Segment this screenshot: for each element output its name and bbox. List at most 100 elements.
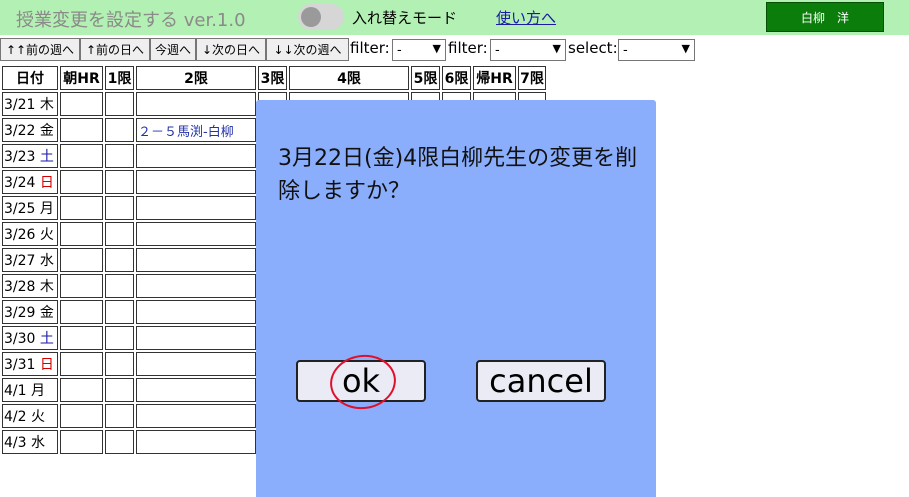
period-cell[interactable] <box>105 326 134 350</box>
period-cell[interactable] <box>136 248 256 272</box>
chevron-down-icon: ▼ <box>681 42 690 55</box>
date-text: 3/26 <box>4 227 40 243</box>
period-cell[interactable]: ２－５馬渕-白柳 <box>136 118 256 142</box>
period-cell[interactable] <box>136 430 256 454</box>
prev-day-button[interactable]: ↑前の日へ <box>80 38 150 61</box>
header-row: 日付 朝HR 1限 2限 3限 4限 5限 6限 帰HR 7限 <box>2 66 546 90</box>
period-cell[interactable] <box>105 378 134 402</box>
period-cell[interactable] <box>105 274 134 298</box>
weekday-text: 木 <box>39 279 54 295</box>
weekday-text: 土 <box>39 331 54 347</box>
period-cell[interactable] <box>60 248 103 272</box>
period-cell[interactable] <box>60 118 103 142</box>
period-cell[interactable] <box>60 300 103 324</box>
dialog-message: 3月22日(金)4限白柳先生の変更を削除しますか？ <box>278 146 638 204</box>
weekday-text: 日 <box>39 175 54 191</box>
weekday-text: 水 <box>39 253 54 269</box>
period-cell[interactable] <box>105 196 134 220</box>
next-week-button[interactable]: ↓↓次の週へ <box>266 38 349 61</box>
confirm-dialog: 3月22日(金)4限白柳先生の変更を削除しますか？ ok cancel <box>256 100 656 497</box>
period-cell[interactable] <box>60 222 103 246</box>
col-header: 1限 <box>105 66 134 90</box>
period-cell[interactable] <box>136 274 256 298</box>
date-cell: 3/28 木 <box>2 274 58 298</box>
col-header: 帰HR <box>473 66 516 90</box>
period-cell[interactable] <box>136 144 256 168</box>
weekday-text: 月 <box>39 201 54 217</box>
date-cell: 3/22 金 <box>2 118 58 142</box>
period-cell[interactable] <box>136 352 256 376</box>
mode-label: 入れ替えモード <box>352 9 458 27</box>
chevron-down-icon: ▼ <box>432 42 441 55</box>
weekday-text: 土 <box>39 149 54 165</box>
this-week-button[interactable]: 今週へ <box>150 38 196 61</box>
filter2-value: - <box>495 42 500 58</box>
period-cell[interactable] <box>105 144 134 168</box>
period-cell[interactable] <box>105 222 134 246</box>
filter1-select[interactable]: - ▼ <box>392 39 446 61</box>
period-cell[interactable] <box>105 248 134 272</box>
app-title: 授業変更を設定する ver.1.0 <box>16 10 246 31</box>
col-header: 日付 <box>2 66 58 90</box>
date-cell: 3/27 水 <box>2 248 58 272</box>
col-header: 3限 <box>258 66 287 90</box>
date-cell: 4/1 月 <box>2 378 58 402</box>
period-cell[interactable] <box>136 404 256 428</box>
period-cell[interactable] <box>136 378 256 402</box>
period-cell[interactable] <box>136 196 256 220</box>
date-cell: 4/3 水 <box>2 430 58 454</box>
weekday-text: 金 <box>39 123 54 139</box>
period-cell[interactable] <box>60 378 103 402</box>
date-text: 3/21 <box>4 97 40 113</box>
period-cell[interactable] <box>105 170 134 194</box>
date-text: 3/29 <box>4 305 40 321</box>
filter2-select[interactable]: - ▼ <box>490 39 566 61</box>
lesson-text: ２－５馬渕-白柳 <box>138 124 234 140</box>
next-day-button[interactable]: ↓次の日へ <box>196 38 266 61</box>
date-cell: 3/29 金 <box>2 300 58 324</box>
weekday-text: 金 <box>39 305 54 321</box>
filter2-label: filter: <box>448 39 488 57</box>
user-button[interactable]: 白柳 洋 <box>766 2 884 32</box>
cancel-button[interactable]: cancel <box>476 360 606 402</box>
period-cell[interactable] <box>60 92 103 116</box>
period-cell[interactable] <box>136 170 256 194</box>
col-header: 6限 <box>442 66 471 90</box>
date-cell: 3/23 土 <box>2 144 58 168</box>
period-cell[interactable] <box>60 196 103 220</box>
howto-link[interactable]: 使い方へ <box>496 7 556 28</box>
col-header: 7限 <box>518 66 546 90</box>
period-cell[interactable] <box>136 326 256 350</box>
period-cell[interactable] <box>60 326 103 350</box>
period-cell[interactable] <box>105 118 134 142</box>
period-cell[interactable] <box>136 92 256 116</box>
weekday-text: 火 <box>39 227 54 243</box>
date-text: 3/31 <box>4 357 40 373</box>
toggle-knob <box>301 7 321 27</box>
period-cell[interactable] <box>105 430 134 454</box>
period-cell[interactable] <box>60 170 103 194</box>
period-cell[interactable] <box>60 430 103 454</box>
filter1-value: - <box>397 42 402 58</box>
select-dropdown[interactable]: - ▼ <box>618 39 695 61</box>
period-cell[interactable] <box>105 300 134 324</box>
mode-toggle[interactable] <box>298 4 344 30</box>
weekday-text: 月 <box>30 383 45 399</box>
weekday-text: 水 <box>30 435 45 451</box>
period-cell[interactable] <box>105 352 134 376</box>
date-text: 3/25 <box>4 201 40 217</box>
period-cell[interactable] <box>60 274 103 298</box>
period-cell[interactable] <box>60 144 103 168</box>
col-header: 2限 <box>136 66 256 90</box>
period-cell[interactable] <box>60 352 103 376</box>
period-cell[interactable] <box>105 404 134 428</box>
date-cell: 4/2 火 <box>2 404 58 428</box>
period-cell[interactable] <box>105 92 134 116</box>
period-cell[interactable] <box>136 300 256 324</box>
prev-week-button[interactable]: ↑↑前の週へ <box>0 38 80 61</box>
date-text: 4/2 <box>4 409 31 425</box>
period-cell[interactable] <box>60 404 103 428</box>
col-header: 4限 <box>289 66 409 90</box>
date-cell: 3/30 土 <box>2 326 58 350</box>
period-cell[interactable] <box>136 222 256 246</box>
